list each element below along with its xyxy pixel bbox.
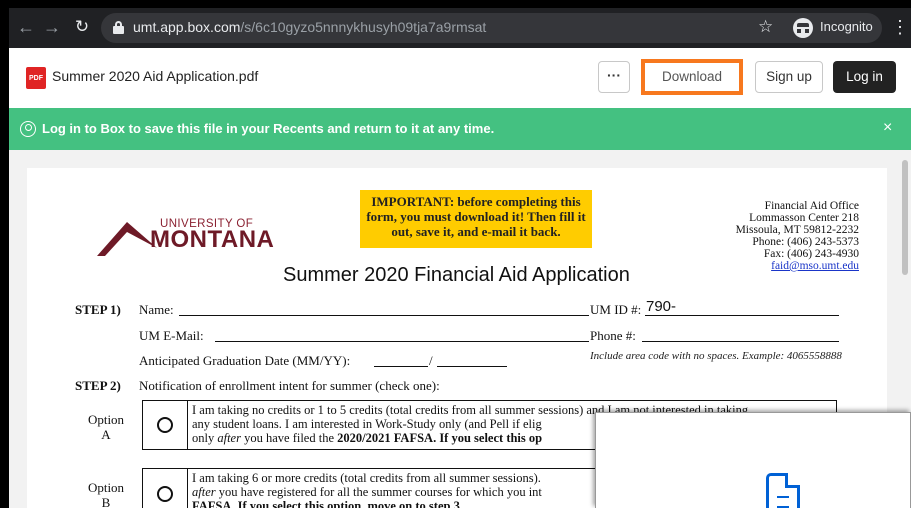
step2-label: STEP 2) xyxy=(75,378,121,393)
grad-separator: / xyxy=(429,353,433,368)
phone-label: Phone #: xyxy=(590,328,636,343)
file-name: Summer 2020 Aid Application.pdf xyxy=(52,68,259,84)
login-banner: Log in to Box to save this file in your … xyxy=(9,108,911,150)
office-line: Financial Aid Office xyxy=(764,200,859,212)
document-icon xyxy=(766,473,800,508)
office-line: Missoula, MT 59812-2232 xyxy=(735,224,859,236)
star-icon[interactable]: ☆ xyxy=(758,17,773,37)
option-b-text-part: after xyxy=(192,485,216,499)
grad-year-line xyxy=(437,366,507,367)
kebab-menu-icon[interactable]: ⋮ xyxy=(891,17,909,37)
office-email-link[interactable]: faid@mso.umt.edu xyxy=(663,260,859,272)
mountain-logo-icon xyxy=(97,222,157,256)
scrollbar-thumb[interactable] xyxy=(902,160,908,275)
option-a-label: Option A xyxy=(84,412,128,442)
email-field-line xyxy=(215,341,589,342)
office-address: Financial Aid Office Lommasson Center 21… xyxy=(663,200,859,272)
umid-label: UM ID #: xyxy=(590,302,642,317)
back-arrow-icon[interactable]: ← xyxy=(15,16,37,38)
important-notice: IMPORTANT: before completing this form, … xyxy=(360,190,592,248)
url-path: /s/6c10gyzo5nnnykhusyh09tja7a9rmsat xyxy=(240,19,487,35)
step1-label: STEP 1) xyxy=(75,302,121,317)
box-header: PDF Summer 2020 Aid Application.pdf ··· … xyxy=(9,48,911,116)
sign-up-button[interactable]: Sign up xyxy=(755,61,823,93)
option-a-text-part: after xyxy=(217,431,241,445)
user-circle-icon xyxy=(20,121,36,137)
step2-text: Notification of enrollment intent for su… xyxy=(139,378,440,393)
name-label: Name: xyxy=(139,302,174,317)
lock-icon[interactable] xyxy=(113,21,124,34)
option-a-line: only after you have filed the 2020/2021 … xyxy=(192,431,542,445)
option-letter: A xyxy=(101,427,111,442)
office-line: Phone: (406) 243-5373 xyxy=(752,236,859,248)
important-line: IMPORTANT: before completing this xyxy=(371,194,581,209)
option-b-line: after you have registered for all the su… xyxy=(192,485,542,499)
logo-montana-text: MONTANA xyxy=(150,226,275,253)
url-text[interactable]: umt.app.box.com/s/6c10gyzo5nnnykhusyh09t… xyxy=(133,19,486,35)
option-a-line: any student loans. I am interested in Wo… xyxy=(192,417,542,431)
option-b-line: FAFSA. If you select this option, move o… xyxy=(192,499,463,508)
banner-text: Log in to Box to save this file in your … xyxy=(42,121,495,136)
file-preview-card[interactable] xyxy=(595,412,911,508)
graduation-label: Anticipated Graduation Date (MM/YY): xyxy=(139,353,351,368)
option-b-label: Option B xyxy=(84,480,128,508)
incognito-icon xyxy=(793,18,813,38)
phone-field-line xyxy=(642,341,839,342)
pdf-file-icon: PDF xyxy=(26,67,46,89)
reload-icon[interactable]: ↻ xyxy=(71,16,93,38)
name-field-line xyxy=(179,315,589,316)
option-b-text-part: you have registered for all the summer c… xyxy=(215,485,542,499)
forward-arrow-icon[interactable]: → xyxy=(41,16,63,38)
important-line: out, save it, and e-mail it back. xyxy=(391,224,561,239)
email-label: UM E-Mail: xyxy=(139,328,204,343)
download-button[interactable]: Download xyxy=(641,59,743,95)
log-in-button[interactable]: Log in xyxy=(833,61,896,93)
university-logo: UNIVERSITY OF MONTANA xyxy=(97,208,297,268)
option-b-line: I am taking 6 or more credits (total cre… xyxy=(192,471,541,485)
more-options-button[interactable]: ··· xyxy=(598,61,630,93)
address-bar[interactable]: umt.app.box.com/s/6c10gyzo5nnnykhusyh09t… xyxy=(101,13,882,43)
page-title: Summer 2020 Financial Aid Application xyxy=(283,264,630,286)
option-a-text-part: only xyxy=(192,431,218,445)
option-b-radio[interactable] xyxy=(157,486,173,502)
umid-field-line xyxy=(645,315,839,316)
option-a-text-part: you have filed the xyxy=(240,431,338,445)
option-a-text-part: 2020/2021 FAFSA. If you select this op xyxy=(337,431,543,445)
umid-value: 790- xyxy=(646,298,677,315)
option-label-text: Option xyxy=(87,480,125,495)
grad-month-line xyxy=(374,366,428,367)
phone-hint: Include area code with no spaces. Exampl… xyxy=(590,350,842,362)
close-icon[interactable]: × xyxy=(883,119,892,137)
browser-window: ← → ↻ umt.app.box.com/s/6c10gyzo5nnnykhu… xyxy=(9,8,911,508)
option-label-text: Option xyxy=(87,412,125,427)
browser-toolbar: ← → ↻ umt.app.box.com/s/6c10gyzo5nnnykhu… xyxy=(9,8,911,48)
office-line: Lommasson Center 218 xyxy=(749,212,859,224)
important-line: form, you must download it! Then fill it xyxy=(366,209,586,224)
office-line: Fax: (406) 243-4930 xyxy=(763,248,859,260)
url-host: umt.app.box.com xyxy=(133,19,241,35)
option-a-radio[interactable] xyxy=(157,417,173,433)
incognito-label: Incognito xyxy=(820,19,873,34)
option-letter: B xyxy=(101,495,111,508)
